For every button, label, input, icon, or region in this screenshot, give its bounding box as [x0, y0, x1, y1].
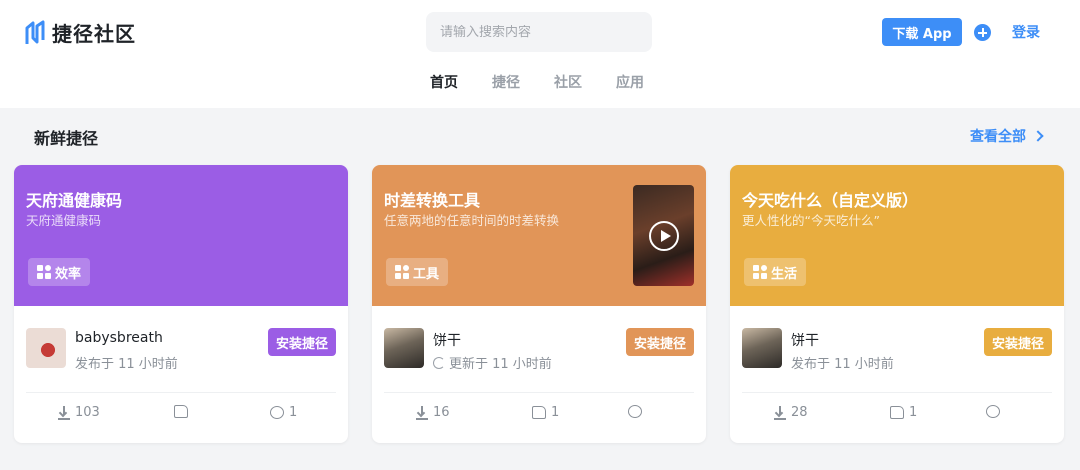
card-subtitle: 更人性化的“今天吃什么”: [742, 213, 880, 228]
category-label: 效率: [55, 266, 82, 282]
download-count-value: 16: [433, 405, 450, 420]
author-name[interactable]: babysbreath: [75, 330, 163, 346]
card-title: 天府通健康码: [26, 191, 123, 210]
login-link[interactable]: 登录: [1012, 22, 1040, 42]
card-stats: 28 1: [730, 405, 1064, 429]
plus-circle-icon[interactable]: [974, 24, 991, 41]
download-count-value: 28: [791, 405, 808, 420]
thumbs-up-icon: [890, 406, 904, 419]
author-row: 饼干 发布于 11 小时前 安装捷径: [742, 328, 1052, 372]
avatar[interactable]: [26, 328, 66, 368]
download-icon: [416, 405, 428, 420]
category-tag[interactable]: 工具: [386, 258, 449, 286]
comment-icon: [628, 405, 642, 418]
top-header: 捷径社区 下载 App 登录 首页 捷径 社区 应用: [0, 0, 1080, 108]
card-subtitle: 天府通健康码: [26, 213, 102, 228]
card-stats: 103 1: [14, 405, 348, 429]
category-icon: [753, 265, 767, 279]
update-time: 更新于 11 小时前: [433, 353, 552, 372]
logo-icon: [25, 20, 45, 44]
comment-count[interactable]: [628, 405, 647, 418]
comment-icon: [986, 405, 1000, 418]
shortcut-card[interactable]: 天府通健康码 天府通健康码 效率 babysbreath 发布于 11 小时前 …: [14, 165, 348, 443]
card-subtitle: 任意两地的任意时间的时差转换: [384, 213, 560, 228]
card-banner: 天府通健康码 天府通健康码 效率: [14, 165, 348, 306]
tab-shortcuts[interactable]: 捷径: [492, 72, 520, 92]
avatar[interactable]: [742, 328, 782, 368]
app-logo[interactable]: 捷径社区: [24, 18, 136, 47]
card-banner: 时差转换工具 任意两地的任意时间的时差转换 工具: [372, 165, 706, 306]
like-count[interactable]: 1: [532, 405, 559, 420]
comment-count-value: 1: [289, 405, 298, 420]
tab-apps[interactable]: 应用: [616, 72, 644, 92]
install-shortcut-button[interactable]: 安装捷径: [625, 328, 694, 356]
view-all-link[interactable]: 查看全部: [970, 126, 1044, 146]
thumbs-up-icon: [174, 405, 188, 418]
search-box[interactable]: [426, 12, 652, 52]
download-count[interactable]: 103: [58, 405, 100, 420]
update-time-text: 更新于 11 小时前: [449, 357, 552, 372]
section-title: 新鲜捷径: [34, 129, 99, 148]
card-title: 今天吃什么（自定义版）: [742, 191, 919, 210]
download-icon: [774, 405, 786, 420]
like-count[interactable]: [174, 405, 193, 418]
like-count-value: 1: [909, 405, 918, 420]
publish-time-text: 发布于 11 小时前: [791, 357, 894, 372]
view-all-label: 查看全部: [970, 129, 1026, 145]
divider: [742, 392, 1052, 393]
download-count[interactable]: 28: [774, 405, 808, 420]
shortcut-card[interactable]: 今天吃什么（自定义版） 更人性化的“今天吃什么” 生活 饼干 发布于 11 小时…: [730, 165, 1064, 443]
publish-time: 发布于 11 小时前: [791, 353, 894, 372]
comment-count[interactable]: 1: [270, 405, 297, 420]
download-icon: [58, 405, 70, 420]
author-row: babysbreath 发布于 11 小时前 安装捷径: [26, 328, 336, 372]
divider: [26, 392, 336, 393]
like-count[interactable]: 1: [890, 405, 917, 420]
category-label: 生活: [771, 266, 798, 282]
category-label: 工具: [413, 266, 440, 282]
refresh-icon: [433, 356, 445, 369]
divider: [384, 392, 694, 393]
like-count-value: 1: [551, 405, 560, 420]
install-shortcut-button[interactable]: 安装捷径: [267, 328, 336, 356]
avatar[interactable]: [384, 328, 424, 368]
publish-time: 发布于 11 小时前: [75, 353, 178, 372]
author-name[interactable]: 饼干: [433, 330, 461, 350]
search-input[interactable]: [440, 24, 652, 40]
video-thumbnail[interactable]: [633, 185, 694, 286]
author-name[interactable]: 饼干: [791, 330, 819, 350]
category-icon: [395, 265, 409, 279]
chevron-right-icon: [1032, 130, 1044, 142]
card-banner: 今天吃什么（自定义版） 更人性化的“今天吃什么” 生活: [730, 165, 1064, 306]
download-app-button[interactable]: 下载 App: [882, 18, 962, 46]
category-tag[interactable]: 生活: [744, 258, 807, 286]
card-title: 时差转换工具: [384, 191, 481, 210]
thumbs-up-icon: [532, 406, 546, 419]
install-shortcut-button[interactable]: 安装捷径: [983, 328, 1052, 356]
card-stats: 16 1: [372, 405, 706, 429]
main-nav: 首页 捷径 社区 应用: [430, 72, 644, 92]
play-icon[interactable]: [649, 221, 679, 251]
comment-count[interactable]: [986, 405, 1005, 418]
category-tag[interactable]: 效率: [28, 258, 91, 286]
tab-home[interactable]: 首页: [430, 72, 458, 92]
author-row: 饼干 更新于 11 小时前 安装捷径: [384, 328, 694, 372]
download-count-value: 103: [75, 405, 100, 420]
comment-icon: [270, 406, 284, 419]
app-name: 捷径社区: [52, 22, 136, 46]
shortcut-card[interactable]: 时差转换工具 任意两地的任意时间的时差转换 工具 饼干 更新于 11 小时前 安…: [372, 165, 706, 443]
publish-time-text: 发布于 11 小时前: [75, 357, 178, 372]
download-count[interactable]: 16: [416, 405, 450, 420]
tab-community[interactable]: 社区: [554, 72, 582, 92]
category-icon: [37, 265, 51, 279]
